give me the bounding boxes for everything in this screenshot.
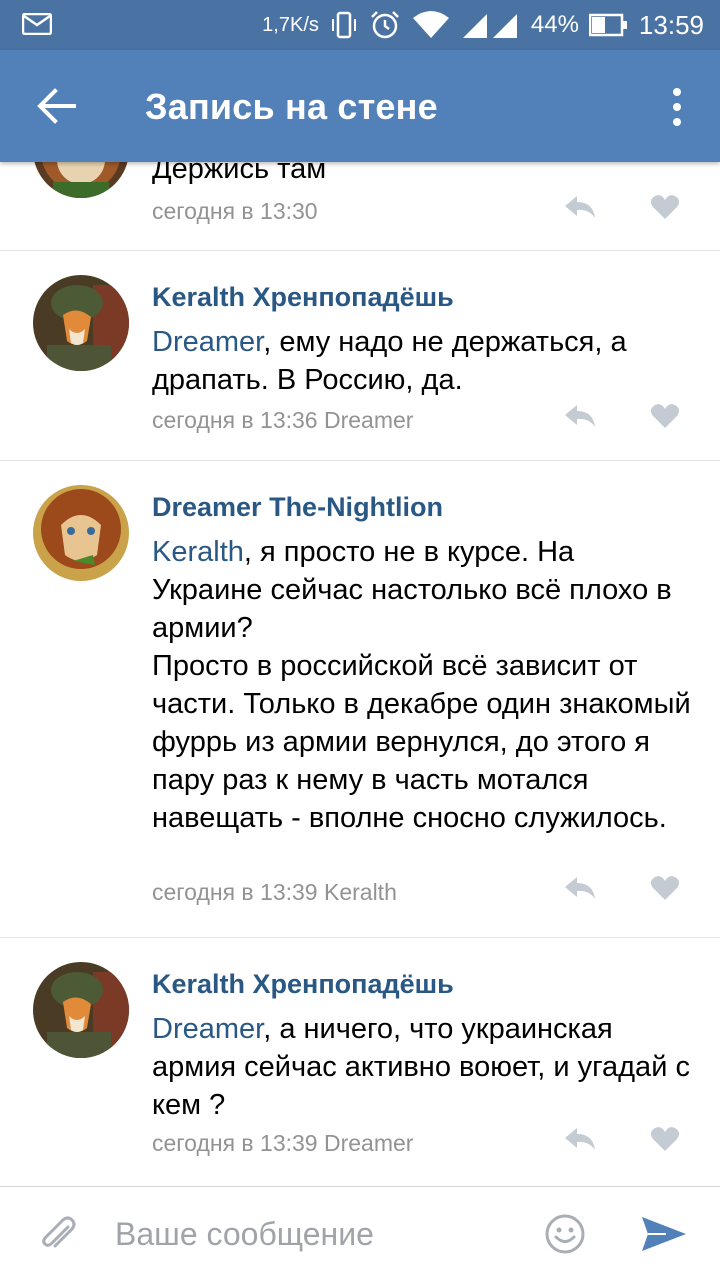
reply-icon[interactable] bbox=[563, 875, 597, 901]
back-arrow-icon[interactable] bbox=[36, 88, 76, 124]
comment-text: Keralth, я просто не в курсе. На Украине… bbox=[152, 536, 691, 834]
wifi-icon bbox=[412, 11, 449, 38]
comment-text: Dreamer, а ничего, что украинская армия … bbox=[152, 1013, 690, 1121]
battery-percent: 44% bbox=[530, 11, 579, 38]
comment-time: сегодня в 13:30 bbox=[152, 198, 318, 224]
message-composer bbox=[0, 1186, 720, 1280]
mention-link[interactable]: Dreamer bbox=[152, 1013, 263, 1045]
like-icon[interactable] bbox=[650, 403, 680, 429]
page-title: Запись на стене bbox=[145, 86, 438, 127]
alarm-icon bbox=[370, 11, 399, 39]
comment-time: сегодня в 13:39 Dreamer bbox=[152, 1130, 414, 1156]
more-vert-icon[interactable] bbox=[672, 88, 682, 126]
attach-icon[interactable] bbox=[38, 1215, 78, 1255]
comment-author[interactable]: Dreamer The-Nightlion bbox=[152, 492, 443, 523]
emoji-icon[interactable] bbox=[544, 1213, 586, 1255]
avatar[interactable] bbox=[33, 275, 129, 371]
comment-item: Keralth Хренпопадёшь Dreamer, ему надо н… bbox=[0, 251, 720, 461]
battery-icon bbox=[588, 13, 627, 37]
reply-icon[interactable] bbox=[563, 194, 597, 220]
comment-item: Keralth Хренпопадёшь Dreamer, а ничего, … bbox=[0, 938, 720, 1186]
comment-author[interactable]: Keralth Хренпопадёшь bbox=[152, 969, 454, 1000]
status-bar: 1,7K/s 44% 13:59 bbox=[0, 0, 720, 50]
avatar[interactable] bbox=[33, 162, 129, 198]
like-icon[interactable] bbox=[650, 875, 680, 901]
network-speed: 1,7K/s bbox=[262, 13, 319, 36]
send-icon[interactable] bbox=[640, 1215, 688, 1253]
mention-link[interactable]: Keralth bbox=[152, 536, 244, 568]
like-icon[interactable] bbox=[650, 194, 680, 220]
comment-item: Держись там сегодня в 13:30 bbox=[0, 162, 720, 251]
reply-icon[interactable] bbox=[563, 403, 597, 429]
reply-icon[interactable] bbox=[563, 1126, 597, 1152]
comments-list[interactable]: Держись там сегодня в 13:30 Keralth Хрен… bbox=[0, 162, 720, 1186]
signal-icon bbox=[462, 14, 517, 38]
app-bar: Запись на стене bbox=[0, 50, 720, 162]
vibrate-icon bbox=[331, 11, 356, 39]
comment-time: сегодня в 13:36 Dreamer bbox=[152, 407, 414, 433]
avatar[interactable] bbox=[33, 485, 129, 581]
comment-text: Dreamer, ему надо не держаться, а драпат… bbox=[152, 326, 627, 396]
clock: 13:59 bbox=[638, 9, 704, 40]
like-icon[interactable] bbox=[650, 1126, 680, 1152]
mention-link[interactable]: Dreamer bbox=[152, 326, 263, 358]
comment-author[interactable]: Keralth Хренпопадёшь bbox=[152, 282, 454, 313]
comment-item: Dreamer The-Nightlion Keralth, я просто … bbox=[0, 461, 720, 938]
message-input[interactable] bbox=[115, 1213, 515, 1255]
mail-icon bbox=[22, 13, 52, 35]
avatar[interactable] bbox=[33, 962, 129, 1058]
comment-time: сегодня в 13:39 Keralth bbox=[152, 879, 397, 905]
comment-text: Держись там bbox=[152, 162, 327, 185]
